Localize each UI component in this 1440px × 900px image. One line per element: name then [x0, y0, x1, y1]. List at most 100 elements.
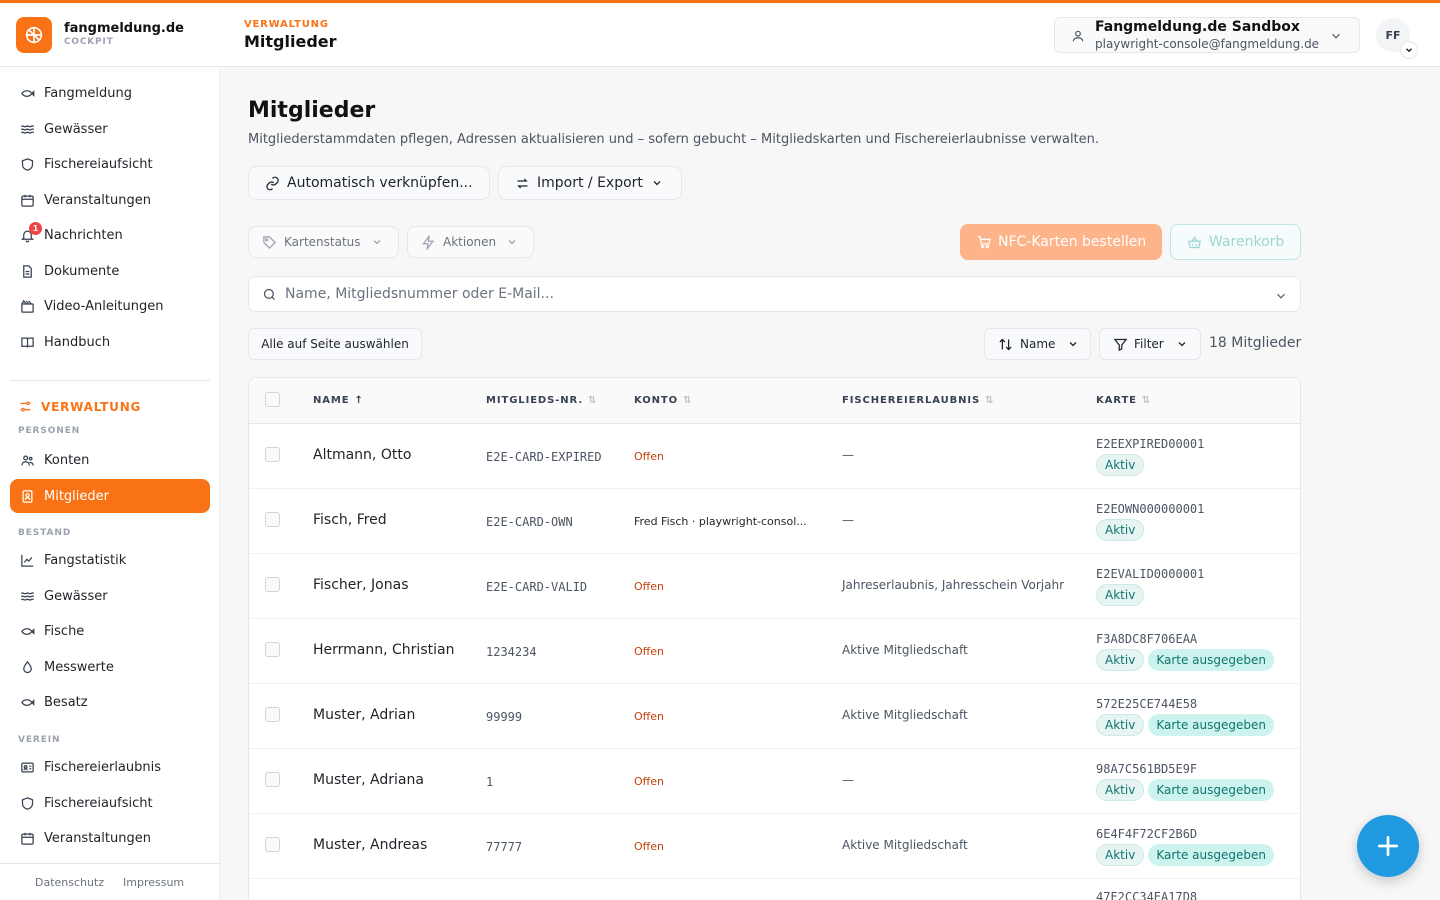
member-card-icon: [22, 490, 33, 503]
fishing-permit: —: [842, 448, 854, 462]
sidebar-item-label: Dokumente: [44, 263, 120, 279]
member-name[interactable]: Fischer, Jonas: [313, 577, 409, 593]
column-header-account[interactable]: KONTO ⇅: [634, 395, 691, 406]
account-switcher[interactable]: Fangmeldung.de Sandbox playwright-consol…: [1054, 17, 1360, 53]
fishing-permit: —: [842, 513, 854, 527]
id-card-icon: [21, 762, 34, 773]
sidebar-item-label: Video-Anleitungen: [44, 298, 164, 314]
import-export-label: Import / Export: [537, 175, 643, 191]
sidebar-item-besatz[interactable]: Besatz: [10, 685, 210, 719]
sidebar-item-gewaesser-bestand[interactable]: Gewässer: [10, 579, 210, 613]
sidebar-item-mitglieder[interactable]: Mitglieder: [10, 479, 210, 513]
chevron-down-icon[interactable]: [1274, 288, 1288, 307]
add-member-fab[interactable]: [1357, 815, 1419, 877]
basket-icon: [1187, 235, 1202, 250]
brand-name: fangmeldung.de: [64, 21, 184, 36]
member-number: E2E-CARD-OWN: [486, 515, 573, 529]
member-number: 99999: [486, 710, 523, 724]
auto-link-button[interactable]: Automatisch verknüpfen...: [248, 166, 490, 200]
imprint-link[interactable]: Impressum: [123, 876, 184, 889]
row-checkbox[interactable]: [265, 512, 280, 527]
member-name[interactable]: Muster, Andreas: [313, 837, 427, 853]
sidebar-item-fangmeldung[interactable]: Fangmeldung: [10, 76, 210, 110]
card-status-filter-button[interactable]: Kartenstatus: [248, 226, 399, 258]
sidebar-item-dokumente[interactable]: Dokumente: [10, 254, 210, 288]
account-status: Offen: [634, 840, 664, 853]
avatar-menu-chevron-icon[interactable]: [1400, 41, 1418, 59]
column-header-card[interactable]: KARTE ⇅: [1096, 395, 1150, 406]
sidebar-item-veranstaltungen[interactable]: Veranstaltungen: [10, 183, 210, 217]
row-checkbox[interactable]: [265, 837, 280, 852]
column-header-member-number[interactable]: MITGLIEDS-NR. ⇅: [486, 395, 596, 406]
row-checkbox[interactable]: [265, 642, 280, 657]
card-status-badge: Aktiv: [1096, 519, 1145, 541]
plus-icon: [1377, 835, 1399, 857]
sidebar-item-fischereiaufsicht[interactable]: Fischereiaufsicht: [10, 147, 210, 181]
sidebar-item-konten[interactable]: Konten: [10, 443, 210, 477]
search-input[interactable]: [285, 284, 1245, 304]
account-status[interactable]: Fred Fisch · playwright-consol...: [634, 515, 807, 528]
sidebar-group-verwaltung[interactable]: VERWALTUNG: [18, 399, 141, 414]
import-export-button[interactable]: Import / Export: [498, 166, 682, 200]
member-name[interactable]: Muster, Adrian: [313, 707, 415, 723]
sidebar-item-gewaesser[interactable]: Gewässer: [10, 112, 210, 146]
table-row[interactable]: Muster, Adrian 99999 Offen Aktive Mitgli…: [249, 684, 1300, 749]
table-row[interactable]: Fisch, Fred E2E-CARD-OWN Fred Fisch · pl…: [249, 489, 1300, 554]
row-checkbox[interactable]: [265, 707, 280, 722]
sidebar-item-video-anleitungen[interactable]: Video-Anleitungen: [10, 289, 210, 323]
filter-button[interactable]: Filter: [1099, 328, 1201, 360]
sort-button[interactable]: Name: [984, 328, 1091, 360]
row-checkbox[interactable]: [265, 577, 280, 592]
auto-link-label: Automatisch verknüpfen...: [287, 175, 473, 191]
table-row[interactable]: Altmann, Otto E2E-CARD-EXPIRED Offen — E…: [249, 424, 1300, 489]
sidebar-item-fangstatistik[interactable]: Fangstatistik: [10, 543, 210, 577]
sidebar-item-fischereiaufsicht-verein[interactable]: Fischereiaufsicht: [10, 786, 210, 820]
sidebar-item-label: Fischereierlaubnis: [44, 759, 162, 775]
table-row[interactable]: Muster, Adriana 1 Offen — 98A7C561BD5E9F…: [249, 749, 1300, 814]
header-section-label: VERWALTUNG: [244, 19, 329, 30]
sidebar-item-fischereierlaubnis[interactable]: Fischereierlaubnis: [10, 750, 210, 784]
member-name[interactable]: Altmann, Otto: [313, 447, 411, 463]
row-checkbox[interactable]: [265, 772, 280, 787]
table-row[interactable]: 47E2CC34EA17D8: [249, 879, 1300, 900]
column-header-fishing-permit[interactable]: FISCHEREIERLAUBNIS ⇅: [842, 395, 994, 406]
sidebar-item-handbuch[interactable]: Handbuch: [10, 325, 210, 359]
main-content: Mitglieder Mitgliederstammdaten pflegen,…: [221, 67, 1440, 900]
app-logo[interactable]: [16, 17, 52, 53]
cart-button[interactable]: Warenkorb: [1170, 224, 1301, 260]
member-name[interactable]: Fisch, Fred: [313, 512, 387, 528]
shopping-cart-icon: [976, 234, 992, 250]
fishing-permit: Jahreserlaubnis, Jahresschein Vorjahr: [842, 578, 1065, 592]
table-row[interactable]: Fischer, Jonas E2E-CARD-VALID Offen Jahr…: [249, 554, 1300, 619]
waves-icon: [20, 125, 34, 134]
search-icon: [262, 287, 277, 306]
sidebar-item-nachrichten[interactable]: 1 Nachrichten: [10, 218, 210, 252]
card-status-label: Kartenstatus: [284, 235, 361, 249]
sidebar-item-veranstaltungen-verein[interactable]: Veranstaltungen: [10, 821, 210, 855]
select-all-on-page-button[interactable]: Alle auf Seite auswählen: [248, 328, 422, 360]
member-search[interactable]: [248, 276, 1301, 312]
sidebar-item-messwerte[interactable]: Messwerte: [10, 650, 210, 684]
column-header-name[interactable]: NAME ↑: [313, 395, 363, 406]
book-icon: [21, 337, 34, 348]
card-issued-badge: Karte ausgegeben: [1148, 844, 1274, 866]
sidebar-item-fische[interactable]: Fische: [10, 614, 210, 648]
order-nfc-cards-button[interactable]: NFC-Karten bestellen: [960, 224, 1162, 260]
table-row[interactable]: Herrmann, Christian 1234234 Offen Aktive…: [249, 619, 1300, 684]
privacy-link[interactable]: Datenschutz: [35, 876, 104, 889]
tag-icon: [262, 235, 277, 250]
header-page-title: Mitglieder: [244, 32, 337, 51]
sidebar-footer: Datenschutz Impressum: [0, 863, 220, 900]
member-name[interactable]: Muster, Adriana: [313, 772, 424, 788]
card-id: 47E2CC34EA17D8: [1096, 890, 1198, 900]
card-status-badge: Aktiv: [1096, 844, 1145, 866]
row-checkbox[interactable]: [265, 447, 280, 462]
sidebar-item-label: Konten: [44, 452, 90, 468]
table-row[interactable]: Muster, Andreas 77777 Offen Aktive Mitgl…: [249, 814, 1300, 879]
card-id: E2EOWN000000001: [1096, 502, 1205, 516]
chevron-down-icon: [651, 177, 663, 189]
actions-button[interactable]: Aktionen: [407, 226, 534, 258]
member-name[interactable]: Herrmann, Christian: [313, 642, 454, 658]
select-all-checkbox[interactable]: [265, 392, 280, 407]
order-nfc-label: NFC-Karten bestellen: [998, 234, 1147, 250]
